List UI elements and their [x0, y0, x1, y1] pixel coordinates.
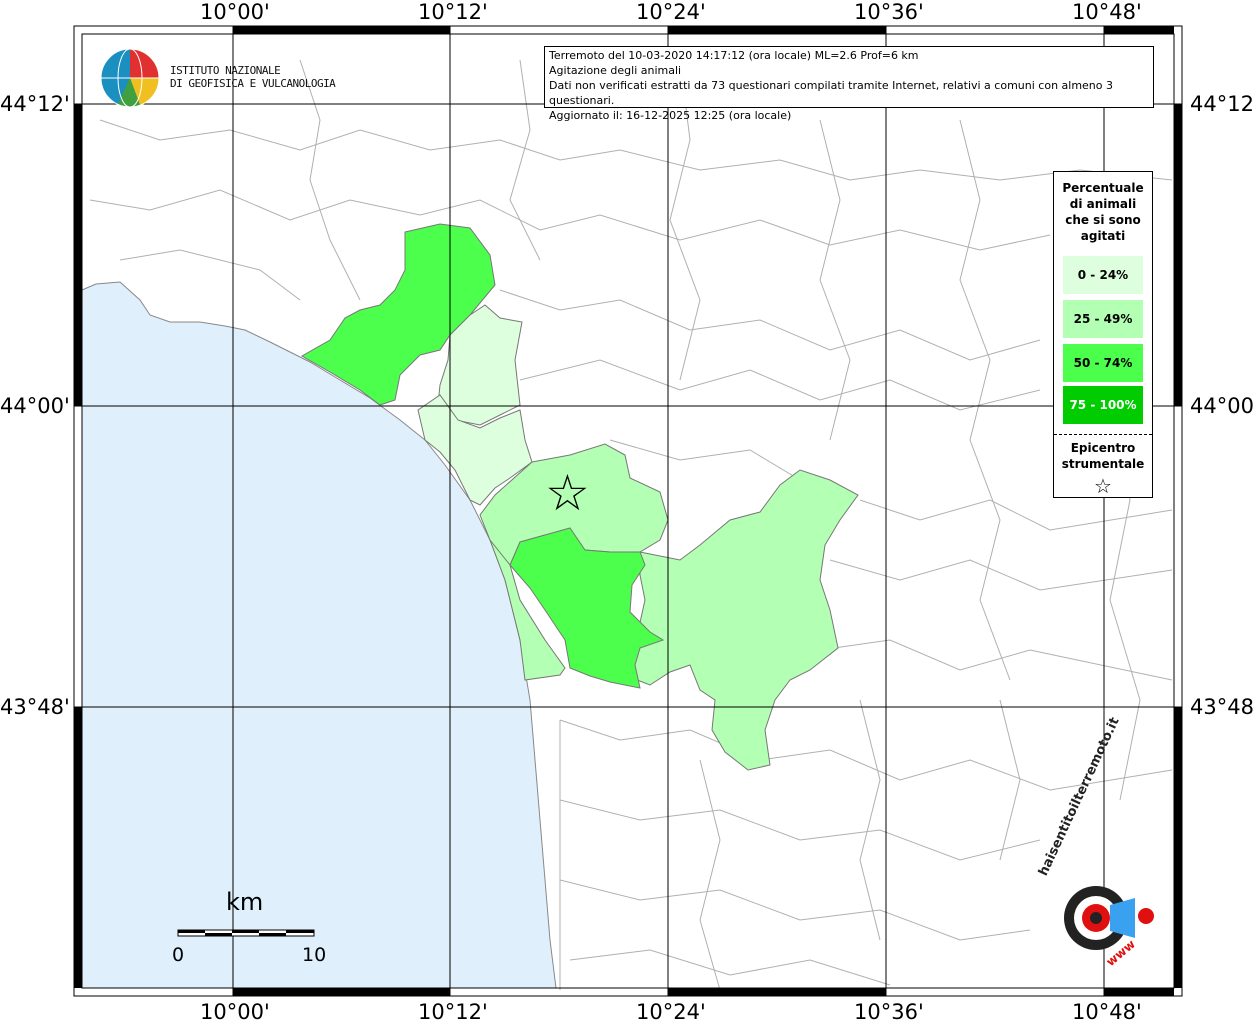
scale-max: 10 — [302, 944, 327, 966]
lon-label-bottom: 10°00' — [200, 1000, 270, 1024]
updated-timestamp: Aggiornato il: 16-12-2025 12:25 (ora loc… — [549, 109, 792, 122]
lat-label-left: 43°48' — [0, 695, 70, 719]
map-canvas — [73, 25, 1183, 997]
lat-label-right: 43°48' — [1190, 695, 1256, 719]
lon-label-bottom: 10°24' — [636, 1000, 706, 1024]
epicenter-star-icon: ☆ — [545, 465, 590, 521]
lon-label-top: 10°00' — [200, 0, 270, 24]
lon-label-top: 10°36' — [854, 0, 924, 24]
lon-label-bottom: 10°36' — [854, 1000, 924, 1024]
scale-bar — [177, 929, 315, 937]
legend-star-icon: ☆ — [1094, 474, 1112, 498]
ingv-globe-logo — [100, 48, 160, 108]
map-subject: Agitazione degli animali — [549, 64, 682, 77]
ingv-logo-text: ISTITUTO NAZIONALE DI GEOFISICA E VULCAN… — [170, 64, 336, 90]
lon-label-top: 10°48' — [1072, 0, 1142, 24]
legend-swatch-75-100: 75 - 100% — [1063, 386, 1143, 424]
legend-swatch-50-74: 50 - 74% — [1063, 344, 1143, 382]
legend-title: Percentuale di animali che si sono agita… — [1062, 181, 1144, 243]
lat-label-right: 44°00' — [1190, 394, 1256, 418]
lat-label-left: 44°00' — [0, 394, 70, 418]
scale-unit: km — [226, 888, 264, 916]
data-note: Dati non verificati estratti da 73 quest… — [549, 79, 1114, 107]
lon-label-top: 10°24' — [636, 0, 706, 24]
legend-box: Percentuale di animali che si sono agita… — [1053, 171, 1153, 498]
lat-label-right: 44°12' — [1190, 92, 1256, 116]
legend-epicenter-label: Epicentro strumentale — [1061, 441, 1145, 471]
legend-swatch-25-49: 25 - 49% — [1063, 300, 1143, 338]
scale-min: 0 — [172, 944, 185, 966]
event-description: Terremoto del 10-03-2020 14:17:12 (ora l… — [549, 49, 919, 62]
earthquake-info-box: Terremoto del 10-03-2020 14:17:12 (ora l… — [544, 46, 1154, 122]
lon-label-top: 10°12' — [418, 0, 488, 24]
lon-label-bottom: 10°12' — [418, 1000, 488, 1024]
legend-swatch-0-24: 0 - 24% — [1063, 256, 1143, 294]
legend-separator — [1054, 434, 1152, 435]
lat-label-left: 44°12' — [0, 92, 70, 116]
ingv-line1: ISTITUTO NAZIONALE — [170, 64, 281, 77]
lon-label-bottom: 10°48' — [1072, 1000, 1142, 1024]
ingv-line2: DI GEOFISICA E VULCANOLOGIA — [170, 77, 336, 90]
